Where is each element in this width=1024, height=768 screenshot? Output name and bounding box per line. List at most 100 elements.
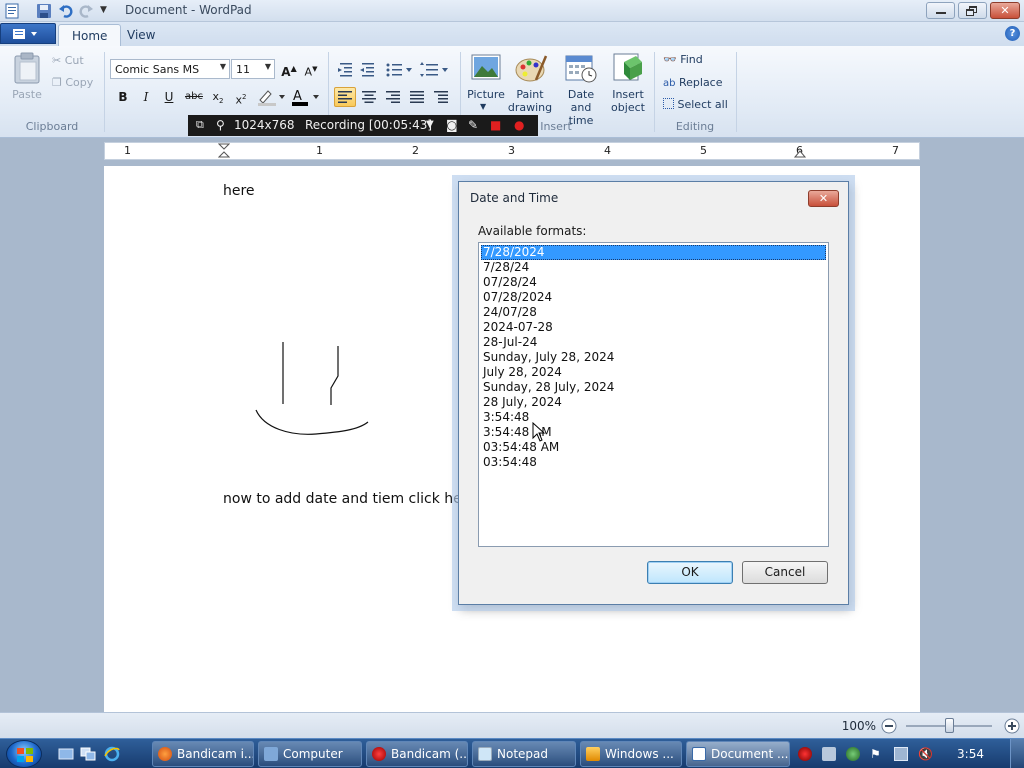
cancel-button[interactable]: Cancel	[742, 561, 828, 584]
taskbar-item-computer[interactable]: Computer	[258, 741, 362, 767]
subscript-button[interactable]: x2	[207, 87, 229, 107]
start-button[interactable]	[6, 740, 42, 768]
magnifier-icon[interactable]: ⚲	[216, 118, 225, 132]
list-item[interactable]: July 28, 2024	[481, 365, 826, 380]
list-item[interactable]: 03:54:48 AM	[481, 440, 826, 455]
select-all-button[interactable]: Select all	[663, 98, 728, 111]
highlight-color-icon[interactable]	[256, 88, 288, 106]
align-center-button[interactable]	[358, 87, 380, 107]
redo-icon[interactable]	[78, 3, 94, 19]
list-item[interactable]: 2024-07-28	[481, 320, 826, 335]
underline-button[interactable]: U	[158, 87, 180, 107]
taskbar-item-bandicam-1[interactable]: Bandicam i...	[152, 741, 254, 767]
recording-status: Recording [00:05:43]	[305, 118, 433, 132]
strikethrough-button[interactable]: abc	[181, 87, 207, 107]
shrink-font-button[interactable]: A▼	[300, 59, 322, 79]
chevron-down-icon[interactable]: ▼	[426, 119, 434, 130]
pencil-icon[interactable]: ✎	[468, 118, 478, 132]
paragraph-list-buttons[interactable]	[336, 60, 456, 78]
copy-icon: ❐	[52, 76, 62, 89]
app-menu-icon	[13, 29, 37, 39]
taskbar-item-notepad[interactable]: Notepad	[472, 741, 576, 767]
record-stop-icon[interactable]: ●	[514, 118, 524, 132]
dialog-title: Date and Time	[470, 191, 559, 205]
font-family-select[interactable]: Comic Sans MS ▼	[110, 59, 230, 79]
paragraph-button[interactable]	[430, 87, 452, 107]
taskbar-item-document[interactable]: Document ...	[686, 741, 790, 767]
list-item[interactable]: Sunday, July 28, 2024	[481, 350, 826, 365]
undo-icon[interactable]	[58, 3, 74, 19]
font-size-select[interactable]: 11 ▼	[231, 59, 275, 79]
close-button[interactable]: ✕	[990, 2, 1020, 19]
tab-home[interactable]: Home	[58, 24, 122, 46]
superscript-button[interactable]: x2	[230, 87, 252, 107]
application-menu-button[interactable]	[0, 23, 56, 44]
bandicam-tray-icon[interactable]	[798, 747, 812, 761]
save-icon[interactable]	[36, 3, 52, 19]
list-item[interactable]: 07/28/24	[481, 275, 826, 290]
list-item[interactable]: 7/28/24	[481, 260, 826, 275]
switch-windows-icon[interactable]	[80, 746, 96, 762]
customize-qat-icon[interactable]: ▼	[100, 5, 116, 21]
zoom-out-icon[interactable]	[881, 718, 897, 734]
text-color-icon[interactable]: A	[290, 88, 322, 106]
internet-explorer-icon[interactable]	[104, 746, 120, 762]
insert-object-button[interactable]: Insert object	[606, 88, 650, 114]
align-left-button[interactable]	[334, 87, 356, 107]
clock[interactable]: 3:54	[957, 747, 984, 761]
ruler[interactable]: 1 1 2 3 4 5 6 7	[104, 142, 920, 160]
ruler-number: 4	[604, 144, 611, 157]
maximize-button[interactable]	[958, 2, 987, 19]
camera-icon[interactable]: ◙	[446, 118, 458, 132]
align-right-button[interactable]	[382, 87, 404, 107]
list-item[interactable]: 7/28/2024	[481, 245, 826, 260]
computer-icon	[264, 747, 278, 761]
select-all-label: Select all	[677, 98, 728, 111]
zoom-in-icon[interactable]	[1004, 718, 1020, 734]
help-icon[interactable]: ?	[1005, 26, 1020, 41]
grow-font-button[interactable]: A▲	[278, 59, 300, 79]
list-item[interactable]: Sunday, 28 July, 2024	[481, 380, 826, 395]
dialog-close-button[interactable]: ✕	[808, 190, 839, 207]
insert-object-icon[interactable]	[612, 52, 644, 84]
taskbar-item-bandicam-2[interactable]: Bandicam (...	[366, 741, 468, 767]
taskbar-item-windows-media[interactable]: Windows ...	[580, 741, 682, 767]
paste-button[interactable]: Paste	[10, 88, 44, 101]
paint-drawing-icon[interactable]	[514, 52, 548, 84]
tab-view[interactable]: View	[114, 24, 168, 46]
paint-drawing-button[interactable]: Paint drawing	[506, 88, 554, 114]
bold-button[interactable]: B	[112, 87, 134, 107]
list-item[interactable]: 07/28/2024	[481, 290, 826, 305]
flag-icon[interactable]: ⚑	[870, 747, 884, 761]
copy-button[interactable]: ❐ Copy	[52, 76, 93, 89]
list-item[interactable]: 03:54:48	[481, 455, 826, 470]
show-desktop-icon[interactable]	[58, 746, 74, 762]
italic-button[interactable]: I	[135, 87, 157, 107]
right-indent-marker-icon[interactable]	[794, 147, 806, 159]
find-button[interactable]: 👓 Find	[663, 53, 703, 66]
record-pause-icon[interactable]: ■	[490, 118, 501, 132]
zoom-slider-thumb[interactable]	[945, 718, 954, 733]
justify-button[interactable]	[406, 87, 428, 107]
indent-marker-icon[interactable]	[218, 143, 230, 159]
ok-button[interactable]: OK	[647, 561, 733, 584]
formats-listbox[interactable]: 7/28/2024 7/28/24 07/28/24 07/28/2024 24…	[478, 242, 829, 547]
show-desktop-button[interactable]	[1010, 739, 1024, 768]
cut-button[interactable]: ✂ Cut	[52, 54, 84, 67]
paste-icon[interactable]	[12, 52, 42, 84]
ruler-number: 2	[412, 144, 419, 157]
list-item[interactable]: 28-Jul-24	[481, 335, 826, 350]
volume-muted-icon[interactable]: 🔇	[918, 747, 933, 761]
tray-window-icon[interactable]	[822, 747, 836, 761]
window-mode-icon[interactable]: ⧉	[196, 118, 204, 132]
minimize-button[interactable]	[926, 2, 955, 19]
list-item[interactable]: 24/07/28	[481, 305, 826, 320]
network-icon[interactable]	[894, 747, 908, 761]
picture-icon[interactable]	[470, 52, 502, 84]
security-tray-icon[interactable]	[846, 747, 860, 761]
recording-resolution: 1024x768	[234, 118, 295, 132]
wordpad-app-icon[interactable]	[4, 3, 20, 19]
date-and-time-icon[interactable]	[564, 52, 598, 84]
list-item[interactable]: 28 July, 2024	[481, 395, 826, 410]
replace-button[interactable]: ab Replace	[663, 76, 723, 89]
